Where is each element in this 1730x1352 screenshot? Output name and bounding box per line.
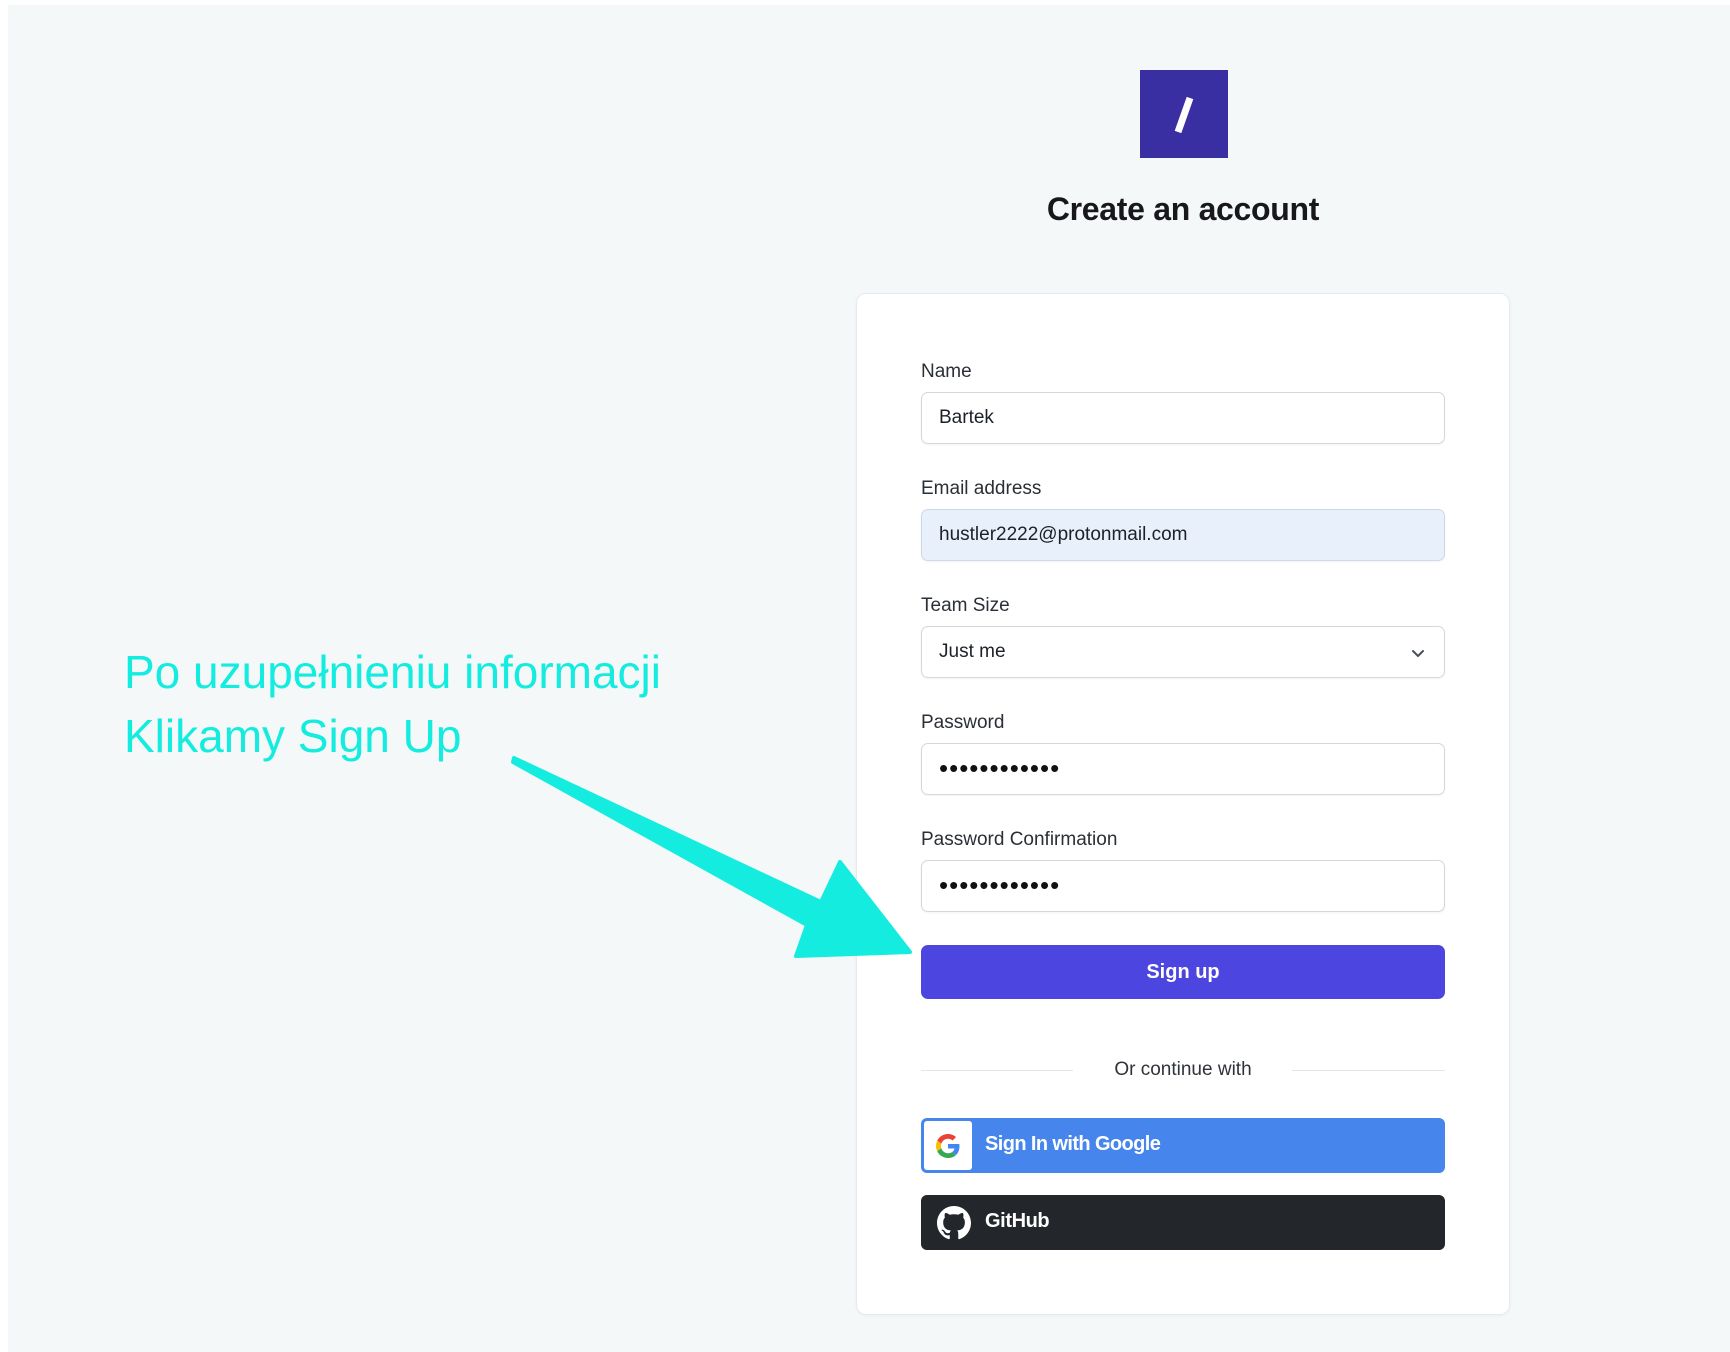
annotation-arrow-icon [511, 756, 912, 958]
